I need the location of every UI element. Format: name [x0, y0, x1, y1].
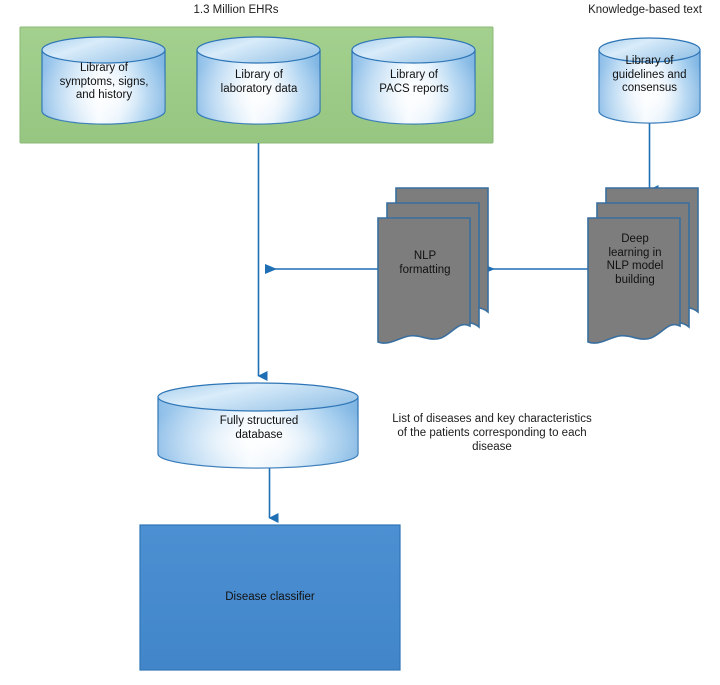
database-cylinder-icon-structured-db — [157, 382, 359, 469]
flowchart-diagram: 1.3 Million EHRs Knowledge-based text Li… — [0, 0, 720, 685]
multi-document-icon-nlp-formatting — [377, 187, 489, 344]
ehr-group-caption: 1.3 Million EHRs — [193, 4, 279, 16]
diagram-shape-layer — [19, 26, 701, 671]
annotation-list-of-diseases-line2: of the patients corresponding to each — [397, 427, 587, 439]
multi-document-icon-deep-learning — [587, 187, 699, 344]
database-cylinder-icon-guidelines — [598, 37, 701, 124]
knowledge-group-caption: Knowledge-based text — [588, 4, 702, 16]
annotation-list-of-diseases-line3: disease — [472, 441, 512, 453]
annotation-list-of-diseases-line1: List of diseases and key characteristics — [392, 413, 592, 425]
database-cylinder-icon-symptoms — [41, 36, 166, 125]
database-cylinder-icon-pacs — [351, 36, 476, 125]
annotation-list-of-diseases: List of diseases and key characteristics… — [376, 412, 608, 454]
database-cylinder-icon-laboratory — [196, 36, 321, 125]
process-rectangle-icon-disease-classifier — [139, 524, 401, 671]
